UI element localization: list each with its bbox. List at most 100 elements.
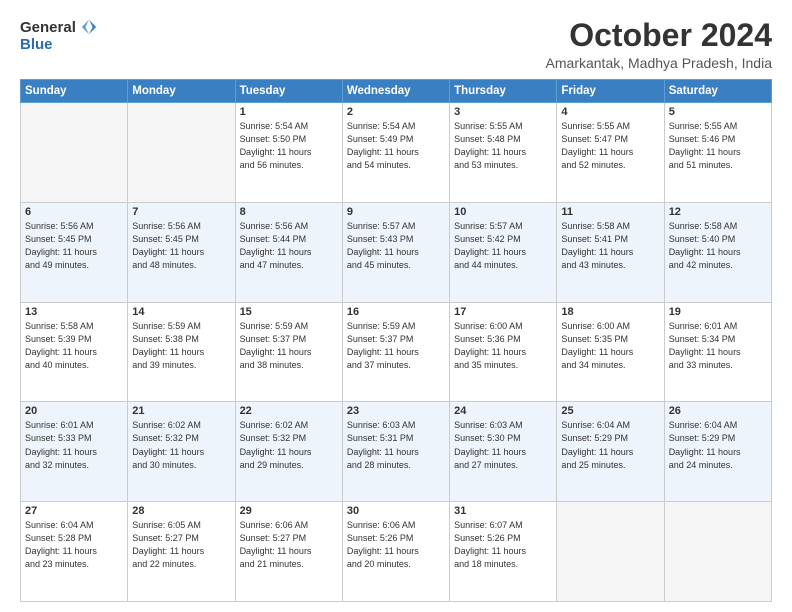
calendar-cell: 28 Sunrise: 6:05 AM Sunset: 5:27 PM Dayli… (128, 502, 235, 602)
day-info: Sunrise: 6:00 AM Sunset: 5:35 PM Dayligh… (561, 320, 659, 372)
day-number: 20 (25, 405, 123, 417)
day-number: 30 (347, 505, 445, 517)
day-info: Sunrise: 5:58 AM Sunset: 5:39 PM Dayligh… (25, 320, 123, 372)
header: General Blue October 2024 Amarkantak, Ma… (20, 18, 772, 71)
day-info: Sunrise: 5:57 AM Sunset: 5:42 PM Dayligh… (454, 220, 552, 272)
day-number: 23 (347, 405, 445, 417)
day-number: 31 (454, 505, 552, 517)
calendar-cell: 19Sunrise: 6:01 AM Sunset: 5:34 PM Dayli… (664, 302, 771, 402)
day-info: Sunrise: 6:02 AM Sunset: 5:32 PM Dayligh… (132, 419, 230, 471)
week-row-1: 1 Sunrise: 5:54 AM Sunset: 5:50 PM Daylig… (21, 103, 772, 203)
title-section: October 2024 Amarkantak, Madhya Pradesh,… (546, 18, 772, 71)
day-number: 2 (347, 106, 445, 118)
calendar-cell (557, 502, 664, 602)
calendar-cell: 21 Sunrise: 6:02 AM Sunset: 5:32 PM Dayli… (128, 402, 235, 502)
location: Amarkantak, Madhya Pradesh, India (546, 55, 772, 71)
day-info: Sunrise: 6:06 AM Sunset: 5:26 PM Dayligh… (347, 519, 445, 571)
day-info: Sunrise: 5:57 AM Sunset: 5:43 PM Dayligh… (347, 220, 445, 272)
calendar-cell: 29 Sunrise: 6:06 AM Sunset: 5:27 PM Dayli… (235, 502, 342, 602)
week-row-5: 27 Sunrise: 6:04 AM Sunset: 5:28 PM Dayli… (21, 502, 772, 602)
weekday-tuesday: Tuesday (235, 80, 342, 103)
day-info: Sunrise: 5:54 AM Sunset: 5:49 PM Dayligh… (347, 120, 445, 172)
day-number: 1 (240, 106, 338, 118)
calendar-cell: 12Sunrise: 5:58 AM Sunset: 5:40 PM Dayli… (664, 202, 771, 302)
calendar-cell: 4Sunrise: 5:55 AM Sunset: 5:47 PM Daylig… (557, 103, 664, 203)
logo: General Blue (20, 18, 98, 53)
calendar-cell: 17 Sunrise: 6:00 AM Sunset: 5:36 PM Dayli… (450, 302, 557, 402)
weekday-header-row: SundayMondayTuesdayWednesdayThursdayFrid… (21, 80, 772, 103)
logo-blue: Blue (20, 36, 53, 53)
day-info: Sunrise: 5:56 AM Sunset: 5:45 PM Dayligh… (132, 220, 230, 272)
day-number: 19 (669, 306, 767, 318)
weekday-wednesday: Wednesday (342, 80, 449, 103)
day-info: Sunrise: 6:03 AM Sunset: 5:31 PM Dayligh… (347, 419, 445, 471)
day-info: Sunrise: 6:06 AM Sunset: 5:27 PM Dayligh… (240, 519, 338, 571)
calendar-cell: 5 Sunrise: 5:55 AM Sunset: 5:46 PM Daylig… (664, 103, 771, 203)
week-row-4: 20 Sunrise: 6:01 AM Sunset: 5:33 PM Dayli… (21, 402, 772, 502)
day-info: Sunrise: 5:59 AM Sunset: 5:38 PM Dayligh… (132, 320, 230, 372)
month-year: October 2024 (546, 18, 772, 53)
day-number: 3 (454, 106, 552, 118)
day-number: 24 (454, 405, 552, 417)
calendar-cell: 18 Sunrise: 6:00 AM Sunset: 5:35 PM Dayli… (557, 302, 664, 402)
calendar-cell: 2 Sunrise: 5:54 AM Sunset: 5:49 PM Daylig… (342, 103, 449, 203)
day-number: 13 (25, 306, 123, 318)
day-number: 27 (25, 505, 123, 517)
day-info: Sunrise: 6:00 AM Sunset: 5:36 PM Dayligh… (454, 320, 552, 372)
day-number: 11 (561, 206, 659, 218)
calendar-cell (128, 103, 235, 203)
weekday-thursday: Thursday (450, 80, 557, 103)
day-info: Sunrise: 5:56 AM Sunset: 5:44 PM Dayligh… (240, 220, 338, 272)
calendar-cell: 30 Sunrise: 6:06 AM Sunset: 5:26 PM Dayli… (342, 502, 449, 602)
calendar-cell: 25Sunrise: 6:04 AM Sunset: 5:29 PM Dayli… (557, 402, 664, 502)
calendar-cell (21, 103, 128, 203)
day-info: Sunrise: 5:54 AM Sunset: 5:50 PM Dayligh… (240, 120, 338, 172)
calendar-cell: 20 Sunrise: 6:01 AM Sunset: 5:33 PM Dayli… (21, 402, 128, 502)
day-info: Sunrise: 5:55 AM Sunset: 5:47 PM Dayligh… (561, 120, 659, 172)
calendar-cell: 9 Sunrise: 5:57 AM Sunset: 5:43 PM Daylig… (342, 202, 449, 302)
day-number: 21 (132, 405, 230, 417)
week-row-3: 13 Sunrise: 5:58 AM Sunset: 5:39 PM Dayli… (21, 302, 772, 402)
day-number: 22 (240, 405, 338, 417)
calendar: SundayMondayTuesdayWednesdayThursdayFrid… (20, 79, 772, 602)
day-info: Sunrise: 6:05 AM Sunset: 5:27 PM Dayligh… (132, 519, 230, 571)
calendar-cell (664, 502, 771, 602)
calendar-cell: 11Sunrise: 5:58 AM Sunset: 5:41 PM Dayli… (557, 202, 664, 302)
day-info: Sunrise: 5:55 AM Sunset: 5:48 PM Dayligh… (454, 120, 552, 172)
calendar-cell: 24 Sunrise: 6:03 AM Sunset: 5:30 PM Dayli… (450, 402, 557, 502)
logo-general: General (20, 19, 76, 36)
calendar-cell: 23 Sunrise: 6:03 AM Sunset: 5:31 PM Dayli… (342, 402, 449, 502)
calendar-cell: 10 Sunrise: 5:57 AM Sunset: 5:42 PM Dayli… (450, 202, 557, 302)
day-info: Sunrise: 5:59 AM Sunset: 5:37 PM Dayligh… (347, 320, 445, 372)
day-number: 17 (454, 306, 552, 318)
day-info: Sunrise: 6:04 AM Sunset: 5:28 PM Dayligh… (25, 519, 123, 571)
calendar-cell: 15Sunrise: 5:59 AM Sunset: 5:37 PM Dayli… (235, 302, 342, 402)
day-info: Sunrise: 5:56 AM Sunset: 5:45 PM Dayligh… (25, 220, 123, 272)
calendar-cell: 7Sunrise: 5:56 AM Sunset: 5:45 PM Daylig… (128, 202, 235, 302)
day-number: 16 (347, 306, 445, 318)
day-info: Sunrise: 6:03 AM Sunset: 5:30 PM Dayligh… (454, 419, 552, 471)
day-info: Sunrise: 5:55 AM Sunset: 5:46 PM Dayligh… (669, 120, 767, 172)
week-row-2: 6Sunrise: 5:56 AM Sunset: 5:45 PM Daylig… (21, 202, 772, 302)
day-info: Sunrise: 6:07 AM Sunset: 5:26 PM Dayligh… (454, 519, 552, 571)
day-number: 12 (669, 206, 767, 218)
logo-icon (80, 18, 98, 36)
calendar-cell: 14 Sunrise: 5:59 AM Sunset: 5:38 PM Dayli… (128, 302, 235, 402)
calendar-cell: 26Sunrise: 6:04 AM Sunset: 5:29 PM Dayli… (664, 402, 771, 502)
day-info: Sunrise: 6:01 AM Sunset: 5:33 PM Dayligh… (25, 419, 123, 471)
weekday-friday: Friday (557, 80, 664, 103)
weekday-monday: Monday (128, 80, 235, 103)
calendar-cell: 3 Sunrise: 5:55 AM Sunset: 5:48 PM Daylig… (450, 103, 557, 203)
day-number: 9 (347, 206, 445, 218)
day-number: 5 (669, 106, 767, 118)
day-number: 28 (132, 505, 230, 517)
calendar-cell: 1 Sunrise: 5:54 AM Sunset: 5:50 PM Daylig… (235, 103, 342, 203)
day-number: 14 (132, 306, 230, 318)
calendar-cell: 16 Sunrise: 5:59 AM Sunset: 5:37 PM Dayli… (342, 302, 449, 402)
day-number: 18 (561, 306, 659, 318)
calendar-cell: 31 Sunrise: 6:07 AM Sunset: 5:26 PM Dayli… (450, 502, 557, 602)
day-number: 29 (240, 505, 338, 517)
weekday-sunday: Sunday (21, 80, 128, 103)
day-number: 10 (454, 206, 552, 218)
day-info: Sunrise: 6:04 AM Sunset: 5:29 PM Dayligh… (561, 419, 659, 471)
